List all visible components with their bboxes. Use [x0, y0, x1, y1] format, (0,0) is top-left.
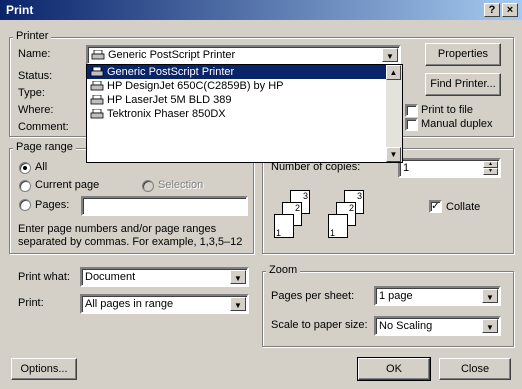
type-label: Type: [18, 87, 45, 99]
name-label: Name: [18, 48, 51, 60]
print-label: Print: [18, 297, 44, 309]
page-range-group-label: Page range [13, 141, 76, 153]
status-label: Status: [18, 70, 53, 82]
copies-input[interactable]: 1 ▲ ▼ [398, 158, 501, 178]
check-icon: ✓ [431, 201, 440, 212]
print-to-file-label: Print to file [421, 104, 473, 116]
pages-input[interactable] [81, 196, 248, 216]
list-item[interactable]: HP DesignJet 650C(C2859B) by HP [87, 79, 402, 93]
close-button[interactable]: Close [439, 358, 511, 380]
chevron-down-icon[interactable]: ▼ [230, 297, 246, 311]
scrollbar[interactable]: ▲ ▼ [386, 65, 402, 162]
where-label: Where: [18, 104, 54, 116]
all-pages-radio[interactable] [19, 162, 31, 174]
pages-per-sheet-label: Pages per sheet: [271, 290, 355, 302]
pages-label: Pages: [35, 199, 70, 211]
title-bar: Print ? × [0, 0, 522, 20]
scale-value: No Scaling [379, 320, 433, 332]
scale-select[interactable]: No Scaling ▼ [374, 316, 501, 336]
manual-duplex-label: Manual duplex [421, 118, 493, 130]
current-page-radio[interactable] [19, 180, 31, 192]
page-range-help-line-1: Enter page numbers and/or page ranges [18, 223, 217, 235]
print-select[interactable]: All pages in range ▼ [80, 294, 249, 314]
printer-dropdown-list: Generic PostScript Printer HP DesignJet … [86, 64, 403, 163]
chevron-down-icon[interactable]: ▼ [482, 319, 498, 333]
window-title: Print [6, 3, 34, 17]
printer-group-label: Printer [13, 30, 52, 42]
printer-name-value: Generic PostScript Printer [108, 49, 236, 61]
scale-label: Scale to paper size: [271, 319, 368, 331]
all-pages-label: All [35, 161, 48, 173]
printer-icon [90, 95, 104, 105]
page-range-help-line-2: separated by commas. For example, 1,3,5–… [18, 236, 243, 248]
options-button[interactable]: Options... [11, 358, 77, 380]
printer-icon [90, 109, 104, 119]
zoom-group-label: Zoom [266, 264, 301, 276]
printer-option-label: Generic PostScript Printer [107, 66, 235, 78]
find-printer-button[interactable]: Find Printer... [425, 73, 501, 96]
printer-icon [90, 81, 104, 91]
chevron-down-icon[interactable]: ▼ [382, 48, 398, 62]
current-page-label: Current page [35, 179, 100, 191]
collate-checkbox[interactable]: ✓ [429, 200, 442, 213]
chevron-down-icon[interactable]: ▼ [230, 270, 246, 284]
pages-per-sheet-select[interactable]: 1 page ▼ [374, 286, 501, 306]
selection-label: Selection [158, 179, 204, 191]
printer-name-select[interactable]: Generic PostScript Printer ▼ [86, 45, 401, 65]
help-button[interactable]: ? [484, 3, 500, 17]
print-what-label: Print what: [18, 271, 70, 283]
list-item[interactable]: Tektronix Phaser 850DX [87, 107, 402, 121]
printer-icon [90, 67, 104, 77]
printer-option-label: Tektronix Phaser 850DX [107, 108, 226, 120]
scroll-down-icon[interactable]: ▼ [386, 147, 401, 162]
print-to-file-checkbox[interactable] [405, 104, 418, 117]
collate-label: Collate [446, 201, 481, 213]
close-window-button[interactable]: × [502, 3, 518, 17]
chevron-down-icon[interactable]: ▼ [482, 289, 498, 303]
collate-illustration-2: 3 2 1 [326, 188, 376, 243]
list-item[interactable]: Generic PostScript Printer [87, 65, 402, 79]
print-value: All pages in range [85, 298, 174, 310]
collate-page: 1 [274, 214, 294, 238]
printer-icon [91, 50, 105, 60]
pages-per-sheet-value: 1 page [379, 290, 413, 302]
properties-button[interactable]: Properties [425, 43, 501, 66]
copies-value: 1 [403, 162, 410, 174]
spin-up-icon[interactable]: ▲ [483, 161, 498, 168]
scroll-up-icon[interactable]: ▲ [386, 65, 401, 80]
spin-down-icon[interactable]: ▼ [483, 168, 498, 175]
list-item[interactable]: HP LaserJet 5M BLD 389 [87, 93, 402, 107]
ok-button[interactable]: OK [357, 357, 431, 381]
collate-page: 1 [328, 214, 348, 238]
print-what-value: Document [85, 271, 136, 283]
collate-illustration-1: 3 2 1 [272, 188, 322, 243]
printer-option-label: HP DesignJet 650C(C2859B) by HP [107, 80, 284, 92]
comment-label: Comment: [18, 121, 69, 133]
printer-option-label: HP LaserJet 5M BLD 389 [107, 94, 232, 106]
manual-duplex-checkbox[interactable] [405, 118, 418, 131]
selection-radio[interactable] [142, 180, 154, 192]
print-what-select[interactable]: Document ▼ [80, 267, 249, 287]
pages-radio[interactable] [19, 199, 31, 211]
